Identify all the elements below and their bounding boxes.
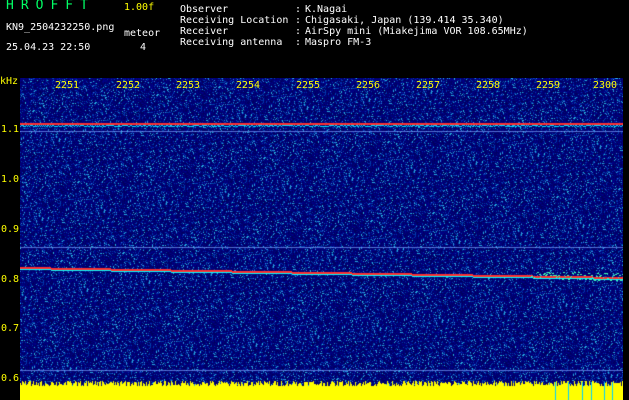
- x-tick-label: 2252: [116, 80, 141, 91]
- y-tick-label: 0.9: [1, 224, 20, 235]
- y-tick-label: 1.0: [1, 174, 20, 185]
- file-name: KN9_2504232250.png: [6, 22, 115, 33]
- mode-label: meteor: [124, 28, 161, 39]
- antenna-value: Maspro FM-3: [305, 37, 372, 48]
- x-tick-label: 2300: [593, 80, 618, 91]
- separator: :: [295, 37, 302, 48]
- antenna-label: Receiving antenna: [180, 37, 283, 48]
- x-tick-label: 2254: [236, 80, 261, 91]
- y-tick-label: 0.8: [1, 274, 20, 285]
- x-tick-label: 2259: [536, 80, 561, 91]
- x-tick-label: 2258: [476, 80, 501, 91]
- y-axis-unit: kHz: [0, 76, 19, 87]
- x-tick-label: 2253: [176, 80, 201, 91]
- hrofft-window: HROFFT 1.00f KN9_2504232250.png 25.04.23…: [0, 0, 629, 400]
- y-tick-label: 0.6: [1, 373, 20, 384]
- x-tick-label: 2251: [55, 80, 80, 91]
- x-tick-label: 2256: [356, 80, 381, 91]
- app-title: HROFFT: [6, 0, 95, 13]
- app-version: 1.00f: [124, 2, 155, 13]
- spectrogram-canvas[interactable]: [20, 78, 623, 400]
- y-tick-label: 0.7: [1, 323, 20, 334]
- x-tick-label: 2255: [296, 80, 321, 91]
- x-tick-label: 2257: [416, 80, 441, 91]
- date-time: 25.04.23 22:50: [6, 42, 91, 53]
- y-tick-label: 1.1: [1, 124, 20, 135]
- mode-value: 4: [140, 42, 147, 53]
